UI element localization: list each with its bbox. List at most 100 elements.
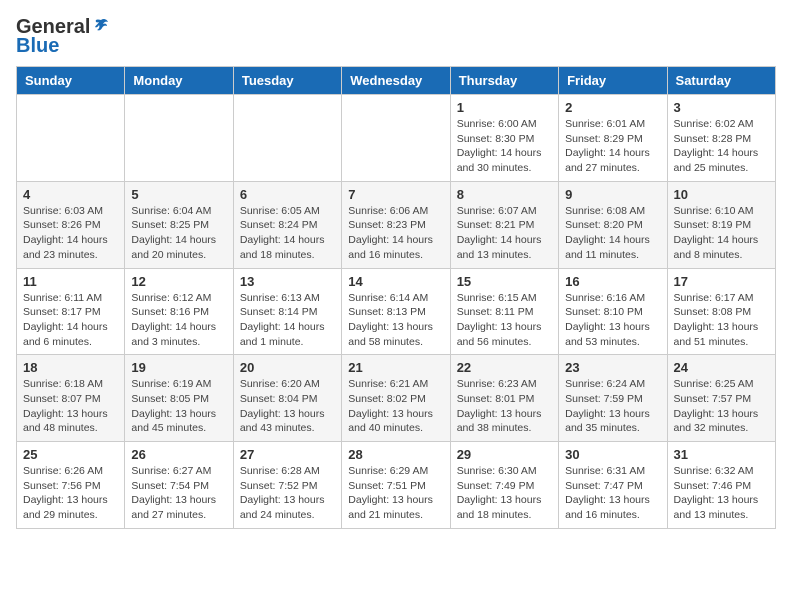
day-number: 13	[240, 274, 335, 289]
calendar-cell: 13 Sunrise: 6:13 AMSunset: 8:14 PMDayligh…	[233, 268, 341, 355]
calendar-cell: 3Sunrise: 6:02 AMSunset: 8:28 PMDaylight…	[667, 95, 775, 182]
calendar-cell: 12 Sunrise: 6:12 AMSunset: 8:16 PMDayligh…	[125, 268, 233, 355]
day-number: 12	[131, 274, 226, 289]
day-info: Sunrise: 6:20 AMSunset: 8:04 PMDaylight:…	[240, 377, 335, 436]
day-info: Sunrise: 6:13 AMSunset: 8:14 PMDaylight:…	[240, 291, 335, 350]
calendar-week-row: 11 Sunrise: 6:11 AMSunset: 8:17 PMDayligh…	[17, 268, 776, 355]
day-number: 30	[565, 447, 660, 462]
day-info: Sunrise: 6:16 AMSunset: 8:10 PMDaylight:…	[565, 291, 660, 350]
day-info: Sunrise: 6:08 AMSunset: 8:20 PMDaylight:…	[565, 204, 660, 263]
logo-bird-icon	[92, 17, 110, 35]
day-info: Sunrise: 6:28 AMSunset: 7:52 PMDaylight:…	[240, 464, 335, 523]
calendar-week-row: 25 Sunrise: 6:26 AMSunset: 7:56 PMDayligh…	[17, 442, 776, 529]
day-number: 19	[131, 360, 226, 375]
day-of-week-header: Wednesday	[342, 67, 450, 95]
calendar-cell: 19Sunrise: 6:19 AMSunset: 8:05 PMDayligh…	[125, 355, 233, 442]
calendar-cell: 6 Sunrise: 6:05 AMSunset: 8:24 PMDaylight…	[233, 181, 341, 268]
day-of-week-header: Thursday	[450, 67, 558, 95]
day-number: 26	[131, 447, 226, 462]
day-info: Sunrise: 6:05 AMSunset: 8:24 PMDaylight:…	[240, 204, 335, 263]
day-number: 18	[23, 360, 118, 375]
day-info: Sunrise: 6:17 AMSunset: 8:08 PMDaylight:…	[674, 291, 769, 350]
calendar-cell	[342, 95, 450, 182]
day-info: Sunrise: 6:12 AMSunset: 8:16 PMDaylight:…	[131, 291, 226, 350]
calendar-cell: 29 Sunrise: 6:30 AMSunset: 7:49 PMDayligh…	[450, 442, 558, 529]
day-of-week-header: Tuesday	[233, 67, 341, 95]
day-number: 24	[674, 360, 769, 375]
day-info: Sunrise: 6:30 AMSunset: 7:49 PMDaylight:…	[457, 464, 552, 523]
day-info: Sunrise: 6:26 AMSunset: 7:56 PMDaylight:…	[23, 464, 118, 523]
calendar-week-row: 18 Sunrise: 6:18 AMSunset: 8:07 PMDayligh…	[17, 355, 776, 442]
day-number: 22	[457, 360, 552, 375]
calendar-cell: 10 Sunrise: 6:10 AMSunset: 8:19 PMDayligh…	[667, 181, 775, 268]
calendar-cell: 26 Sunrise: 6:27 AMSunset: 7:54 PMDayligh…	[125, 442, 233, 529]
logo: General Blue	[16, 16, 110, 58]
day-number: 14	[348, 274, 443, 289]
day-info: Sunrise: 6:29 AMSunset: 7:51 PMDaylight:…	[348, 464, 443, 523]
calendar-cell	[233, 95, 341, 182]
calendar-cell: 15 Sunrise: 6:15 AMSunset: 8:11 PMDayligh…	[450, 268, 558, 355]
calendar-cell: 17Sunrise: 6:17 AMSunset: 8:08 PMDayligh…	[667, 268, 775, 355]
calendar-cell: 27 Sunrise: 6:28 AMSunset: 7:52 PMDayligh…	[233, 442, 341, 529]
calendar-header-row: SundayMondayTuesdayWednesdayThursdayFrid…	[17, 67, 776, 95]
calendar-cell: 4 Sunrise: 6:03 AMSunset: 8:26 PMDaylight…	[17, 181, 125, 268]
calendar-cell: 20Sunrise: 6:20 AMSunset: 8:04 PMDayligh…	[233, 355, 341, 442]
day-number: 5	[131, 187, 226, 202]
calendar-cell: 28 Sunrise: 6:29 AMSunset: 7:51 PMDayligh…	[342, 442, 450, 529]
day-number: 7	[348, 187, 443, 202]
day-info: Sunrise: 6:32 AMSunset: 7:46 PMDaylight:…	[674, 464, 769, 523]
day-of-week-header: Friday	[559, 67, 667, 95]
day-number: 28	[348, 447, 443, 462]
page-header: General Blue	[16, 16, 776, 58]
calendar-table: SundayMondayTuesdayWednesdayThursdayFrid…	[16, 66, 776, 529]
day-number: 16	[565, 274, 660, 289]
day-info: Sunrise: 6:04 AMSunset: 8:25 PMDaylight:…	[131, 204, 226, 263]
calendar-cell: 24 Sunrise: 6:25 AMSunset: 7:57 PMDayligh…	[667, 355, 775, 442]
day-of-week-header: Monday	[125, 67, 233, 95]
calendar-cell	[17, 95, 125, 182]
calendar-cell: 18 Sunrise: 6:18 AMSunset: 8:07 PMDayligh…	[17, 355, 125, 442]
day-info: Sunrise: 6:01 AMSunset: 8:29 PMDaylight:…	[565, 117, 660, 176]
day-info: Sunrise: 6:24 AMSunset: 7:59 PMDaylight:…	[565, 377, 660, 436]
calendar-cell: 8 Sunrise: 6:07 AMSunset: 8:21 PMDaylight…	[450, 181, 558, 268]
day-number: 15	[457, 274, 552, 289]
day-info: Sunrise: 6:10 AMSunset: 8:19 PMDaylight:…	[674, 204, 769, 263]
day-number: 11	[23, 274, 118, 289]
calendar-week-row: 4 Sunrise: 6:03 AMSunset: 8:26 PMDaylight…	[17, 181, 776, 268]
day-info: Sunrise: 6:23 AMSunset: 8:01 PMDaylight:…	[457, 377, 552, 436]
day-info: Sunrise: 6:07 AMSunset: 8:21 PMDaylight:…	[457, 204, 552, 263]
calendar-cell: 2 Sunrise: 6:01 AMSunset: 8:29 PMDaylight…	[559, 95, 667, 182]
day-number: 29	[457, 447, 552, 462]
calendar-week-row: 1Sunrise: 6:00 AMSunset: 8:30 PMDaylight…	[17, 95, 776, 182]
day-of-week-header: Sunday	[17, 67, 125, 95]
calendar-cell: 1Sunrise: 6:00 AMSunset: 8:30 PMDaylight…	[450, 95, 558, 182]
day-number: 4	[23, 187, 118, 202]
day-info: Sunrise: 6:02 AMSunset: 8:28 PMDaylight:…	[674, 117, 769, 176]
day-info: Sunrise: 6:03 AMSunset: 8:26 PMDaylight:…	[23, 204, 118, 263]
day-info: Sunrise: 6:25 AMSunset: 7:57 PMDaylight:…	[674, 377, 769, 436]
day-info: Sunrise: 6:14 AMSunset: 8:13 PMDaylight:…	[348, 291, 443, 350]
calendar-cell: 31 Sunrise: 6:32 AMSunset: 7:46 PMDayligh…	[667, 442, 775, 529]
day-info: Sunrise: 6:11 AMSunset: 8:17 PMDaylight:…	[23, 291, 118, 350]
calendar-cell: 9 Sunrise: 6:08 AMSunset: 8:20 PMDaylight…	[559, 181, 667, 268]
day-info: Sunrise: 6:27 AMSunset: 7:54 PMDaylight:…	[131, 464, 226, 523]
day-number: 6	[240, 187, 335, 202]
day-number: 27	[240, 447, 335, 462]
day-info: Sunrise: 6:15 AMSunset: 8:11 PMDaylight:…	[457, 291, 552, 350]
day-number: 21	[348, 360, 443, 375]
calendar-cell: 5 Sunrise: 6:04 AMSunset: 8:25 PMDaylight…	[125, 181, 233, 268]
calendar-cell: 14 Sunrise: 6:14 AMSunset: 8:13 PMDayligh…	[342, 268, 450, 355]
day-number: 25	[23, 447, 118, 462]
day-info: Sunrise: 6:18 AMSunset: 8:07 PMDaylight:…	[23, 377, 118, 436]
logo-blue: Blue	[16, 35, 59, 58]
day-info: Sunrise: 6:06 AMSunset: 8:23 PMDaylight:…	[348, 204, 443, 263]
day-number: 2	[565, 100, 660, 115]
calendar-cell: 25 Sunrise: 6:26 AMSunset: 7:56 PMDayligh…	[17, 442, 125, 529]
day-number: 8	[457, 187, 552, 202]
day-number: 9	[565, 187, 660, 202]
day-number: 10	[674, 187, 769, 202]
calendar-cell: 30Sunrise: 6:31 AMSunset: 7:47 PMDayligh…	[559, 442, 667, 529]
day-info: Sunrise: 6:00 AMSunset: 8:30 PMDaylight:…	[457, 117, 552, 176]
calendar-cell	[125, 95, 233, 182]
day-number: 31	[674, 447, 769, 462]
